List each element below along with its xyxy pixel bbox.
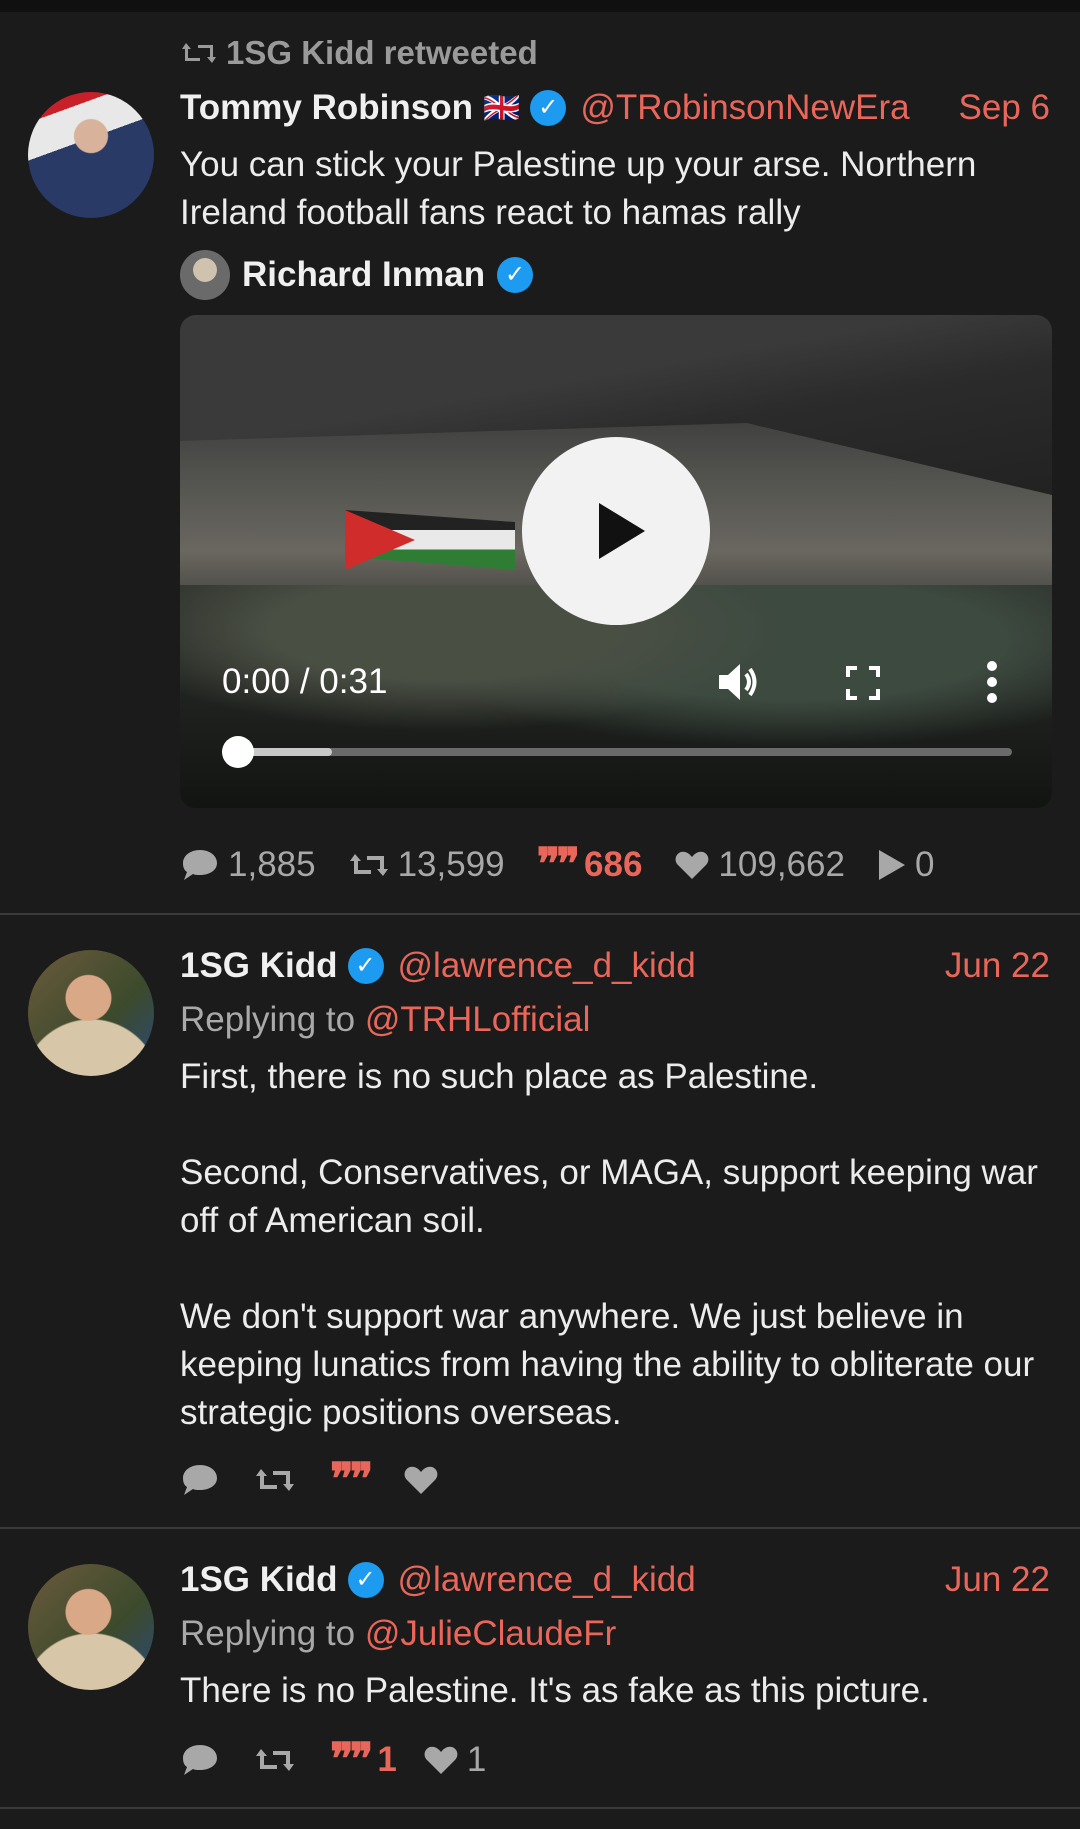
like-button[interactable]: 1 [423, 1740, 486, 1780]
quoted-author[interactable]: Richard Inman ✓ [180, 250, 534, 300]
play-count-icon [878, 850, 905, 880]
play-icon [599, 503, 645, 559]
reply-button[interactable]: 1,885 [180, 845, 316, 885]
author-handle[interactable]: @lawrence_d_kidd [398, 946, 696, 986]
tweet-actions: ❞❞ [180, 1458, 479, 1502]
comment-icon [183, 1745, 217, 1775]
retweet-button[interactable] [254, 1745, 304, 1775]
verified-icon: ✓ [347, 1562, 384, 1598]
replying-to-handle[interactable]: @TRHLofficial [365, 1000, 591, 1039]
quote-count: 686 [584, 845, 643, 884]
tweet-date[interactable]: Jun 22 [945, 946, 1050, 986]
tweet-actions: 1,885 13,599 ❞❞ 686 109,662 0 [180, 843, 966, 887]
quote-count: 1 [377, 1740, 397, 1779]
tweet-header: 1SG Kidd ✓ @lawrence_d_kidd Jun 22 [180, 1558, 1050, 1602]
quoted-author-avatar [180, 250, 230, 300]
play-count: 0 [877, 845, 934, 885]
volume-icon[interactable] [715, 660, 761, 704]
divider [0, 913, 1080, 915]
author-handle[interactable]: @lawrence_d_kidd [398, 1560, 696, 1600]
heart-icon [404, 1466, 438, 1494]
tweet-text: There is no Palestine. It's as fake as t… [180, 1671, 930, 1710]
comment-icon [183, 1465, 217, 1495]
tweet-header: 1SG Kidd ✓ @lawrence_d_kidd Jun 22 [180, 944, 1050, 988]
divider [0, 1527, 1080, 1529]
quote-button[interactable]: ❞❞ [330, 1454, 377, 1505]
retweet-icon [349, 854, 388, 876]
replying-to: Replying to @TRHLofficial [180, 1000, 590, 1040]
quote-icon: ❞❞ [330, 1734, 373, 1785]
heart-icon [676, 851, 709, 879]
video-player[interactable]: 0:00 / 0:31 [180, 315, 1052, 808]
comment-icon [183, 850, 217, 880]
retweet-icon [256, 1749, 294, 1771]
fullscreen-icon[interactable] [845, 665, 881, 701]
author-handle[interactable]: @TRobinsonNewEra [580, 88, 909, 128]
avatar[interactable] [28, 1564, 154, 1690]
tweet-header: Tommy Robinson 🇬🇧 ✓ @TRobinsonNewEra Sep… [180, 86, 1050, 130]
reply-button[interactable] [180, 1742, 228, 1778]
heart-icon [424, 1746, 458, 1774]
verified-icon: ✓ [497, 257, 534, 293]
replying-to: Replying to @JulieClaudeFr [180, 1614, 616, 1654]
more-options-icon[interactable] [985, 660, 999, 704]
verified-icon: ✓ [347, 948, 384, 984]
like-count: 109,662 [718, 845, 845, 884]
reply-button[interactable] [180, 1462, 228, 1498]
quoted-author-name: Richard Inman [242, 255, 486, 294]
video-time: 0:00 / 0:31 [222, 662, 388, 701]
video-progress-track[interactable] [222, 736, 1012, 768]
replying-to-handle[interactable]: @JulieClaudeFr [365, 1614, 616, 1653]
divider [0, 1807, 1080, 1809]
play-count-value: 0 [914, 845, 935, 884]
tweet-date[interactable]: Jun 22 [945, 1560, 1050, 1600]
like-button[interactable] [403, 1464, 447, 1496]
retweet-indicator: 1SG Kidd retweeted [180, 34, 538, 72]
replying-label: Replying to [180, 1000, 356, 1039]
play-button[interactable] [522, 437, 710, 625]
tweet-text: First, there is no such place as Palesti… [180, 1057, 1038, 1432]
retweet-label: 1SG Kidd retweeted [226, 34, 538, 71]
like-button[interactable]: 109,662 [674, 845, 845, 885]
quote-icon: ❞❞ [536, 839, 580, 890]
tweet-date[interactable]: Sep 6 [959, 88, 1050, 128]
reply-count: 1,885 [228, 845, 316, 884]
retweet-button[interactable] [254, 1465, 304, 1495]
verified-icon: ✓ [530, 90, 567, 126]
like-count: 1 [466, 1740, 487, 1779]
retweet-icon [182, 43, 216, 63]
retweet-icon [256, 1469, 294, 1491]
retweet-button[interactable]: 13,599 [348, 845, 505, 885]
tweet-text: You can stick your Palestine up your ars… [180, 145, 987, 232]
author-name[interactable]: 1SG Kidd [180, 1560, 338, 1600]
quote-button[interactable]: ❞❞ 686 [536, 839, 643, 890]
avatar[interactable] [28, 92, 154, 218]
author-name[interactable]: 1SG Kidd [180, 946, 338, 986]
replying-label: Replying to [180, 1614, 356, 1653]
avatar[interactable] [28, 950, 154, 1076]
quote-icon: ❞❞ [330, 1454, 373, 1505]
quote-button[interactable]: ❞❞ 1 [330, 1734, 397, 1785]
video-scrubber[interactable] [222, 736, 254, 768]
author-name[interactable]: Tommy Robinson [180, 88, 473, 128]
uk-flag-icon: 🇬🇧 [482, 91, 521, 125]
tweet-actions: ❞❞ 1 1 [180, 1738, 518, 1782]
retweet-count: 13,599 [397, 845, 505, 884]
tweet-retweet[interactable]: 1SG Kidd retweeted Tommy Robinson 🇬🇧 ✓ @… [0, 0, 1080, 915]
